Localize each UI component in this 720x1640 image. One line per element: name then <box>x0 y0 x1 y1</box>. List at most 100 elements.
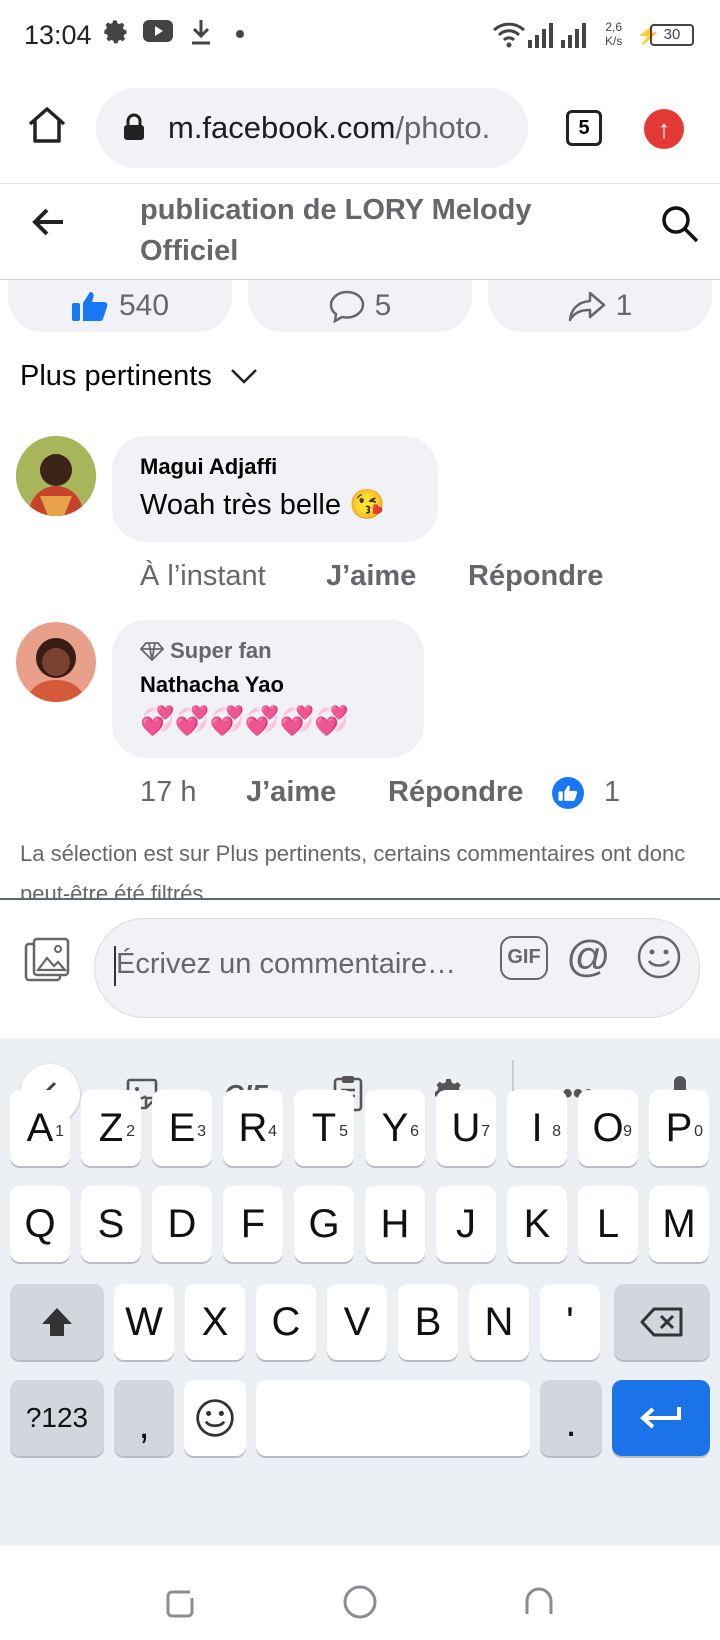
lock-icon <box>122 112 146 147</box>
emoji-smiley-icon[interactable] <box>636 934 682 985</box>
browser-update-arrow-icon[interactable]: ↑ <box>644 109 684 149</box>
comment-like-button[interactable]: J’aime <box>246 776 336 809</box>
comment-count-button[interactable]: 5 <box>248 280 472 332</box>
key-w[interactable]: W <box>114 1284 174 1360</box>
key-m[interactable]: M <box>649 1186 709 1262</box>
network-speed-unit: K/s <box>605 34 623 48</box>
url-domain: m.facebook.com <box>168 110 396 145</box>
photo-gallery-icon[interactable] <box>24 936 72 989</box>
download-icon <box>190 18 212 53</box>
comment-like-button[interactable]: J’aime <box>326 560 416 593</box>
back-arrow-icon[interactable] <box>30 204 66 245</box>
comment-count: 5 <box>374 289 392 322</box>
key-a[interactable]: A1 <box>10 1090 70 1166</box>
key-d[interactable]: D <box>152 1186 212 1262</box>
comment-bubble-icon <box>329 290 364 323</box>
key-number-hint: 5 <box>339 1123 348 1140</box>
key-q[interactable]: Q <box>10 1186 70 1262</box>
browser-toolbar: m.facebook.com/photo. 5 ↑ <box>0 72 720 184</box>
comment-sort-dropdown[interactable]: Plus pertinents <box>20 360 258 393</box>
backspace-key[interactable] <box>614 1284 710 1360</box>
key-r[interactable]: R4 <box>223 1090 283 1166</box>
share-arrow-icon <box>568 291 605 322</box>
enter-key[interactable] <box>612 1380 710 1456</box>
key-label: S <box>97 1202 125 1246</box>
recent-apps-icon[interactable] <box>164 1586 196 1623</box>
gif-button[interactable]: GIF <box>500 936 548 980</box>
key-label: C <box>271 1300 301 1344</box>
key-t[interactable]: T5 <box>294 1090 354 1166</box>
comment-author[interactable]: Nathacha Yao <box>140 672 284 698</box>
period-key[interactable]: . <box>540 1380 602 1456</box>
comment-reply-button[interactable]: Répondre <box>388 776 523 809</box>
key-y[interactable]: Y6 <box>365 1090 425 1166</box>
key-i[interactable]: I8 <box>507 1090 567 1166</box>
like-count-button[interactable]: 540 <box>8 280 232 332</box>
key-e[interactable]: E3 <box>152 1090 212 1166</box>
key-v[interactable]: V <box>327 1284 387 1360</box>
key-c[interactable]: C <box>256 1284 316 1360</box>
key-label: J <box>456 1202 476 1246</box>
space-key[interactable] <box>256 1380 530 1456</box>
comment-time: À l’instant <box>140 560 266 592</box>
key-apostrophe[interactable]: ' <box>540 1284 600 1360</box>
comment-bubble: Magui Adjaffi Woah très belle 😘 <box>112 436 438 542</box>
mention-at-icon[interactable]: @ <box>566 932 611 982</box>
comment-input-placeholder: Écrivez un commentaire… <box>116 948 457 980</box>
key-u[interactable]: U7 <box>436 1090 496 1166</box>
comma-key[interactable]: , <box>114 1380 174 1456</box>
key-b[interactable]: B <box>398 1284 458 1360</box>
notification-dot-icon <box>236 30 244 38</box>
key-j[interactable]: J <box>436 1186 496 1262</box>
shift-key[interactable] <box>10 1284 104 1360</box>
key-g[interactable]: G <box>294 1186 354 1262</box>
battery-icon: 30 <box>650 24 694 46</box>
key-k[interactable]: K <box>507 1186 567 1262</box>
key-x[interactable]: X <box>185 1284 245 1360</box>
diamond-icon <box>139 642 165 662</box>
avatar[interactable] <box>16 436 96 516</box>
comment-time: 17 h <box>140 776 197 808</box>
url-path: /photo. <box>395 110 491 145</box>
key-label: ' <box>566 1300 574 1344</box>
key-label: H <box>380 1202 410 1246</box>
key-label: Q <box>24 1202 56 1246</box>
comment-composer: Écrivez un commentaire… GIF @ <box>0 898 720 1038</box>
symbols-key[interactable]: ?123 <box>10 1380 104 1456</box>
settings-gear-icon <box>102 18 130 53</box>
wifi-icon <box>492 20 526 53</box>
search-icon[interactable] <box>660 204 700 249</box>
share-count: 1 <box>615 289 633 322</box>
comment-author[interactable]: Magui Adjaffi <box>140 454 277 480</box>
key-o[interactable]: O9 <box>578 1090 638 1166</box>
share-count-button[interactable]: 1 <box>488 280 712 332</box>
key-z[interactable]: Z2 <box>81 1090 141 1166</box>
home-icon[interactable] <box>26 104 68 151</box>
key-label: T <box>311 1106 337 1150</box>
key-n[interactable]: N <box>469 1284 529 1360</box>
comment-text: Woah très belle 😘 <box>140 489 386 521</box>
key-f[interactable]: F <box>223 1186 283 1262</box>
back-nav-icon[interactable] <box>522 1584 556 1623</box>
key-label: I <box>531 1106 543 1150</box>
like-reaction-icon[interactable] <box>552 777 584 809</box>
key-s[interactable]: S <box>81 1186 141 1262</box>
tab-count-button[interactable]: 5 <box>566 110 602 146</box>
url-text[interactable]: m.facebook.com/photo. <box>168 110 490 146</box>
emoji-key[interactable] <box>184 1380 246 1456</box>
key-label: A <box>26 1106 54 1150</box>
key-h[interactable]: H <box>365 1186 425 1262</box>
avatar[interactable] <box>16 622 96 702</box>
key-label: R <box>238 1106 268 1150</box>
key-p[interactable]: P0 <box>649 1090 709 1166</box>
comment-reply-button[interactable]: Répondre <box>468 560 603 593</box>
home-circle-icon[interactable] <box>342 1584 378 1625</box>
super-fan-badge: Super fan <box>139 638 272 664</box>
page-title: publication de LORY Melody Officiel <box>140 194 532 267</box>
key-l[interactable]: L <box>578 1186 638 1262</box>
key-label: W <box>125 1300 163 1344</box>
youtube-icon <box>142 18 174 51</box>
reaction-count: 1 <box>604 776 621 808</box>
key-label: M <box>662 1202 696 1246</box>
key-label: P <box>665 1106 693 1150</box>
